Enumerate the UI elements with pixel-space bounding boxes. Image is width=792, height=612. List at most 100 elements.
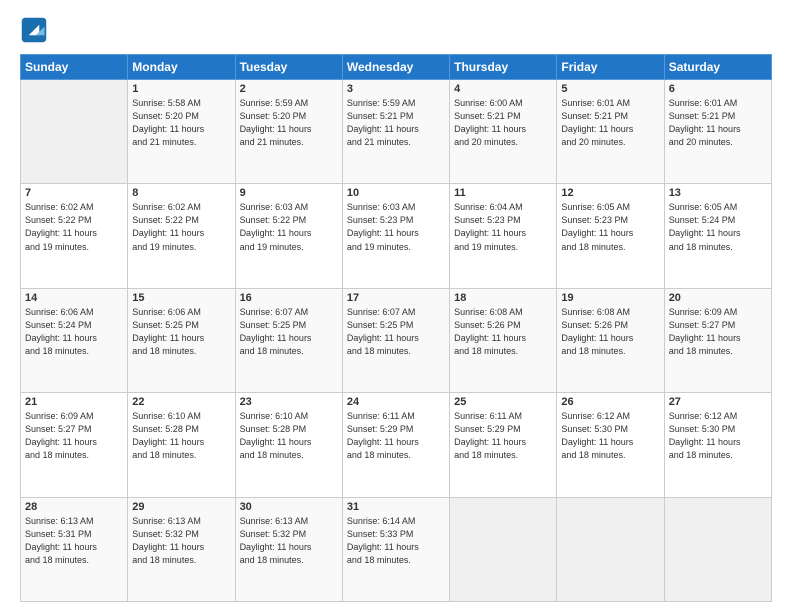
cell-info: Sunrise: 6:13 AM Sunset: 5:32 PM Dayligh… (240, 515, 338, 567)
calendar-cell: 19Sunrise: 6:08 AM Sunset: 5:26 PM Dayli… (557, 288, 664, 392)
header-row: SundayMondayTuesdayWednesdayThursdayFrid… (21, 55, 772, 80)
cell-info: Sunrise: 6:11 AM Sunset: 5:29 PM Dayligh… (347, 410, 445, 462)
calendar-cell: 22Sunrise: 6:10 AM Sunset: 5:28 PM Dayli… (128, 393, 235, 497)
cell-info: Sunrise: 6:03 AM Sunset: 5:22 PM Dayligh… (240, 201, 338, 253)
header (20, 16, 772, 44)
page: SundayMondayTuesdayWednesdayThursdayFrid… (0, 0, 792, 612)
day-number: 16 (240, 292, 338, 304)
week-row-5: 28 Sunrise: 6:13 AM Sunset: 5:31 PM Dayli… (21, 497, 772, 601)
header-day-thursday: Thursday (450, 55, 557, 80)
calendar-cell: 12 Sunrise: 6:05 AM Sunset: 5:23 PM Dayli… (557, 184, 664, 288)
header-day-sunday: Sunday (21, 55, 128, 80)
calendar-cell: 25 Sunrise: 6:11 AM Sunset: 5:29 PM Dayli… (450, 393, 557, 497)
day-number: 26 (561, 396, 659, 408)
header-day-wednesday: Wednesday (342, 55, 449, 80)
cell-info: Sunrise: 6:12 AM Sunset: 5:30 PM Dayligh… (669, 410, 767, 462)
day-number: 8 (132, 187, 230, 199)
calendar-cell: 5 Sunrise: 6:01 AM Sunset: 5:21 PM Daylig… (557, 80, 664, 184)
day-number: 7 (25, 187, 123, 199)
cell-info: Sunrise: 6:13 AM Sunset: 5:31 PM Dayligh… (25, 515, 123, 567)
cell-info: Sunrise: 6:06 AM Sunset: 5:24 PM Dayligh… (25, 306, 123, 358)
calendar-cell: 9 Sunrise: 6:03 AM Sunset: 5:22 PM Daylig… (235, 184, 342, 288)
calendar-cell: 27 Sunrise: 6:12 AM Sunset: 5:30 PM Dayli… (664, 393, 771, 497)
day-number: 12 (561, 187, 659, 199)
week-row-2: 7 Sunrise: 6:02 AM Sunset: 5:22 PM Daylig… (21, 184, 772, 288)
day-number: 22 (132, 396, 230, 408)
header-day-tuesday: Tuesday (235, 55, 342, 80)
day-number: 6 (669, 83, 767, 95)
cell-info: Sunrise: 6:08 AM Sunset: 5:26 PM Dayligh… (454, 306, 552, 358)
cell-info: Sunrise: 6:02 AM Sunset: 5:22 PM Dayligh… (25, 201, 123, 253)
day-number: 10 (347, 187, 445, 199)
calendar-cell: 15 Sunrise: 6:06 AM Sunset: 5:25 PM Dayli… (128, 288, 235, 392)
cell-info: Sunrise: 6:13 AM Sunset: 5:32 PM Dayligh… (132, 515, 230, 567)
day-number: 13 (669, 187, 767, 199)
cell-info: Sunrise: 6:09 AM Sunset: 5:27 PM Dayligh… (25, 410, 123, 462)
calendar-cell: 31 Sunrise: 6:14 AM Sunset: 5:33 PM Dayli… (342, 497, 449, 601)
day-number: 28 (25, 501, 123, 513)
cell-info: Sunrise: 6:01 AM Sunset: 5:21 PM Dayligh… (561, 97, 659, 149)
calendar-body: 1Sunrise: 5:58 AM Sunset: 5:20 PM Daylig… (21, 80, 772, 602)
calendar-cell: 10 Sunrise: 6:03 AM Sunset: 5:23 PM Dayli… (342, 184, 449, 288)
calendar-cell: 7 Sunrise: 6:02 AM Sunset: 5:22 PM Daylig… (21, 184, 128, 288)
cell-info: Sunrise: 6:07 AM Sunset: 5:25 PM Dayligh… (347, 306, 445, 358)
calendar-cell: 16 Sunrise: 6:07 AM Sunset: 5:25 PM Dayli… (235, 288, 342, 392)
cell-info: Sunrise: 6:09 AM Sunset: 5:27 PM Dayligh… (669, 306, 767, 358)
calendar-cell: 28 Sunrise: 6:13 AM Sunset: 5:31 PM Dayli… (21, 497, 128, 601)
cell-info: Sunrise: 6:03 AM Sunset: 5:23 PM Dayligh… (347, 201, 445, 253)
calendar-cell: 13 Sunrise: 6:05 AM Sunset: 5:24 PM Dayli… (664, 184, 771, 288)
calendar-cell: 23Sunrise: 6:10 AM Sunset: 5:28 PM Dayli… (235, 393, 342, 497)
calendar-cell: 14 Sunrise: 6:06 AM Sunset: 5:24 PM Dayli… (21, 288, 128, 392)
header-day-monday: Monday (128, 55, 235, 80)
calendar-cell: 6 Sunrise: 6:01 AM Sunset: 5:21 PM Daylig… (664, 80, 771, 184)
cell-info: Sunrise: 6:00 AM Sunset: 5:21 PM Dayligh… (454, 97, 552, 149)
calendar-cell: 4 Sunrise: 6:00 AM Sunset: 5:21 PM Daylig… (450, 80, 557, 184)
logo-icon (20, 16, 48, 44)
calendar-cell: 11 Sunrise: 6:04 AM Sunset: 5:23 PM Dayli… (450, 184, 557, 288)
day-number: 11 (454, 187, 552, 199)
calendar-cell (450, 497, 557, 601)
cell-info: Sunrise: 6:02 AM Sunset: 5:22 PM Dayligh… (132, 201, 230, 253)
cell-info: Sunrise: 6:04 AM Sunset: 5:23 PM Dayligh… (454, 201, 552, 253)
calendar-cell: 20Sunrise: 6:09 AM Sunset: 5:27 PM Dayli… (664, 288, 771, 392)
calendar-cell: 21 Sunrise: 6:09 AM Sunset: 5:27 PM Dayli… (21, 393, 128, 497)
day-number: 31 (347, 501, 445, 513)
day-number: 3 (347, 83, 445, 95)
day-number: 21 (25, 396, 123, 408)
cell-info: Sunrise: 5:59 AM Sunset: 5:20 PM Dayligh… (240, 97, 338, 149)
cell-info: Sunrise: 6:05 AM Sunset: 5:23 PM Dayligh… (561, 201, 659, 253)
week-row-1: 1Sunrise: 5:58 AM Sunset: 5:20 PM Daylig… (21, 80, 772, 184)
calendar-cell: 3 Sunrise: 5:59 AM Sunset: 5:21 PM Daylig… (342, 80, 449, 184)
day-number: 15 (132, 292, 230, 304)
cell-info: Sunrise: 6:14 AM Sunset: 5:33 PM Dayligh… (347, 515, 445, 567)
cell-info: Sunrise: 6:06 AM Sunset: 5:25 PM Dayligh… (132, 306, 230, 358)
day-number: 27 (669, 396, 767, 408)
logo (20, 16, 52, 44)
week-row-3: 14 Sunrise: 6:06 AM Sunset: 5:24 PM Dayli… (21, 288, 772, 392)
day-number: 18 (454, 292, 552, 304)
calendar-cell: 8 Sunrise: 6:02 AM Sunset: 5:22 PM Daylig… (128, 184, 235, 288)
calendar-cell (664, 497, 771, 601)
cell-info: Sunrise: 6:05 AM Sunset: 5:24 PM Dayligh… (669, 201, 767, 253)
day-number: 14 (25, 292, 123, 304)
calendar-cell: 29Sunrise: 6:13 AM Sunset: 5:32 PM Dayli… (128, 497, 235, 601)
day-number: 9 (240, 187, 338, 199)
day-number: 17 (347, 292, 445, 304)
day-number: 25 (454, 396, 552, 408)
week-row-4: 21 Sunrise: 6:09 AM Sunset: 5:27 PM Dayli… (21, 393, 772, 497)
cell-info: Sunrise: 5:59 AM Sunset: 5:21 PM Dayligh… (347, 97, 445, 149)
cell-info: Sunrise: 6:11 AM Sunset: 5:29 PM Dayligh… (454, 410, 552, 462)
calendar-cell: 18 Sunrise: 6:08 AM Sunset: 5:26 PM Dayli… (450, 288, 557, 392)
day-number: 24 (347, 396, 445, 408)
header-day-saturday: Saturday (664, 55, 771, 80)
calendar-header: SundayMondayTuesdayWednesdayThursdayFrid… (21, 55, 772, 80)
header-day-friday: Friday (557, 55, 664, 80)
cell-info: Sunrise: 6:07 AM Sunset: 5:25 PM Dayligh… (240, 306, 338, 358)
calendar-cell (21, 80, 128, 184)
day-number: 5 (561, 83, 659, 95)
calendar-cell: 17 Sunrise: 6:07 AM Sunset: 5:25 PM Dayli… (342, 288, 449, 392)
day-number: 4 (454, 83, 552, 95)
day-number: 1 (132, 83, 230, 95)
cell-info: Sunrise: 6:01 AM Sunset: 5:21 PM Dayligh… (669, 97, 767, 149)
day-number: 23 (240, 396, 338, 408)
